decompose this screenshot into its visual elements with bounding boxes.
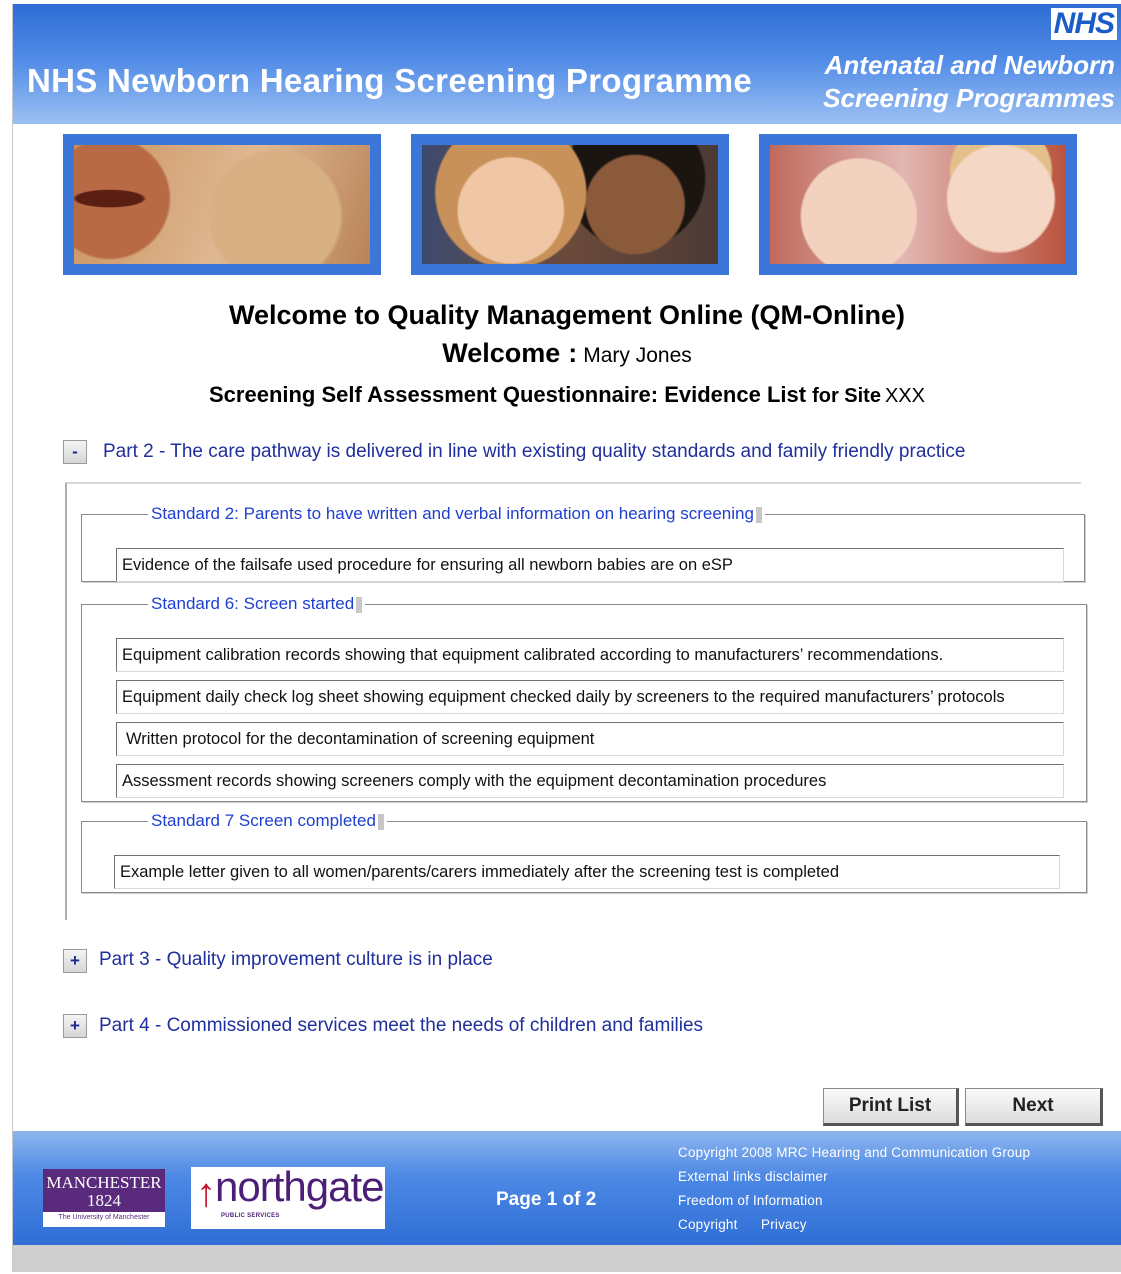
evidence-item[interactable]: Evidence of the failsafe used procedure … [116,548,1064,582]
evidence-item[interactable]: Equipment daily check log sheet showing … [116,680,1064,714]
page-container: NHS Newborn Hearing Screening Programme … [12,4,1121,1272]
part-4-label[interactable]: Part 4 - Commissioned services meet the … [99,1015,703,1037]
freedom-of-information-link[interactable]: Freedom of Information [678,1193,823,1208]
part-3-label[interactable]: Part 3 - Quality improvement culture is … [99,949,493,971]
header-banner: NHS Newborn Hearing Screening Programme … [13,4,1121,124]
footer-bottom-strip [13,1245,1121,1272]
photo-children-listening [411,134,729,275]
university-of-manchester-logo[interactable]: MANCHESTER 1824 The University of Manche… [43,1169,165,1227]
welcome-colon: : [568,338,578,368]
print-list-button[interactable]: Print List [823,1088,959,1126]
photo-baby-screening [759,134,1077,275]
evidence-item[interactable]: Assessment records showing screeners com… [116,764,1064,798]
programme-title-line-2: Screening Programmes [823,83,1115,113]
standard-2-title: Standard 2: Parents to have written and … [148,504,765,524]
standard-7-group: Standard 7 Screen completed Example lett… [81,811,1087,893]
evidence-item[interactable]: Equipment calibration records showing th… [116,638,1064,672]
user-name: Mary Jones [583,344,692,367]
standard-7-title: Standard 7 Screen completed [148,811,387,831]
site-label: for Site [812,385,881,407]
questionnaire-title: Screening Self Assessment Questionnaire:… [209,382,807,407]
questionnaire-heading: Screening Self Assessment Questionnaire:… [13,382,1121,408]
copyright-link[interactable]: Copyright [678,1217,738,1232]
part-2-panel: Standard 2: Parents to have written and … [65,482,1087,920]
footer: MANCHESTER 1824 The University of Manche… [13,1131,1121,1245]
photo-newborn-ear [63,134,381,275]
next-button[interactable]: Next [965,1088,1103,1126]
site-title: NHS Newborn Hearing Screening Programme [27,62,753,99]
copyright-notice: Copyright 2008 MRC Hearing and Communica… [678,1145,1031,1160]
standard-6-group: Standard 6: Screen started Equipment cal… [81,594,1087,802]
page-title: Welcome to Quality Management Online (QM… [228,300,906,330]
nhs-logo[interactable]: NHS [1050,8,1117,40]
external-links-disclaimer-link[interactable]: External links disclaimer [678,1169,828,1184]
welcome-user-line: Welcome: Mary Jones [13,338,1121,369]
part-3-expand-button[interactable]: + [63,949,87,973]
evidence-item[interactable]: Written protocol for the decontamination… [116,722,1064,756]
standard-2-group: Standard 2: Parents to have written and … [81,504,1085,582]
welcome-label: Welcome [442,338,561,368]
part-2-label[interactable]: Part 2 - The care pathway is delivered i… [103,441,965,463]
northgate-logo[interactable]: ↑ northgate PUBLIC SERVICES [191,1163,385,1229]
standard-6-title: Standard 6: Screen started [148,594,365,614]
part-4-expand-button[interactable]: + [63,1014,87,1038]
programme-title-line-1: Antenatal and Newborn [824,50,1115,80]
privacy-link[interactable]: Privacy [761,1217,807,1232]
part-2-collapse-button[interactable]: - [63,440,87,464]
evidence-item[interactable]: Example letter given to all women/parent… [114,855,1060,889]
site-value: XXX [884,385,925,407]
page-indicator: Page 1 of 2 [496,1189,597,1210]
